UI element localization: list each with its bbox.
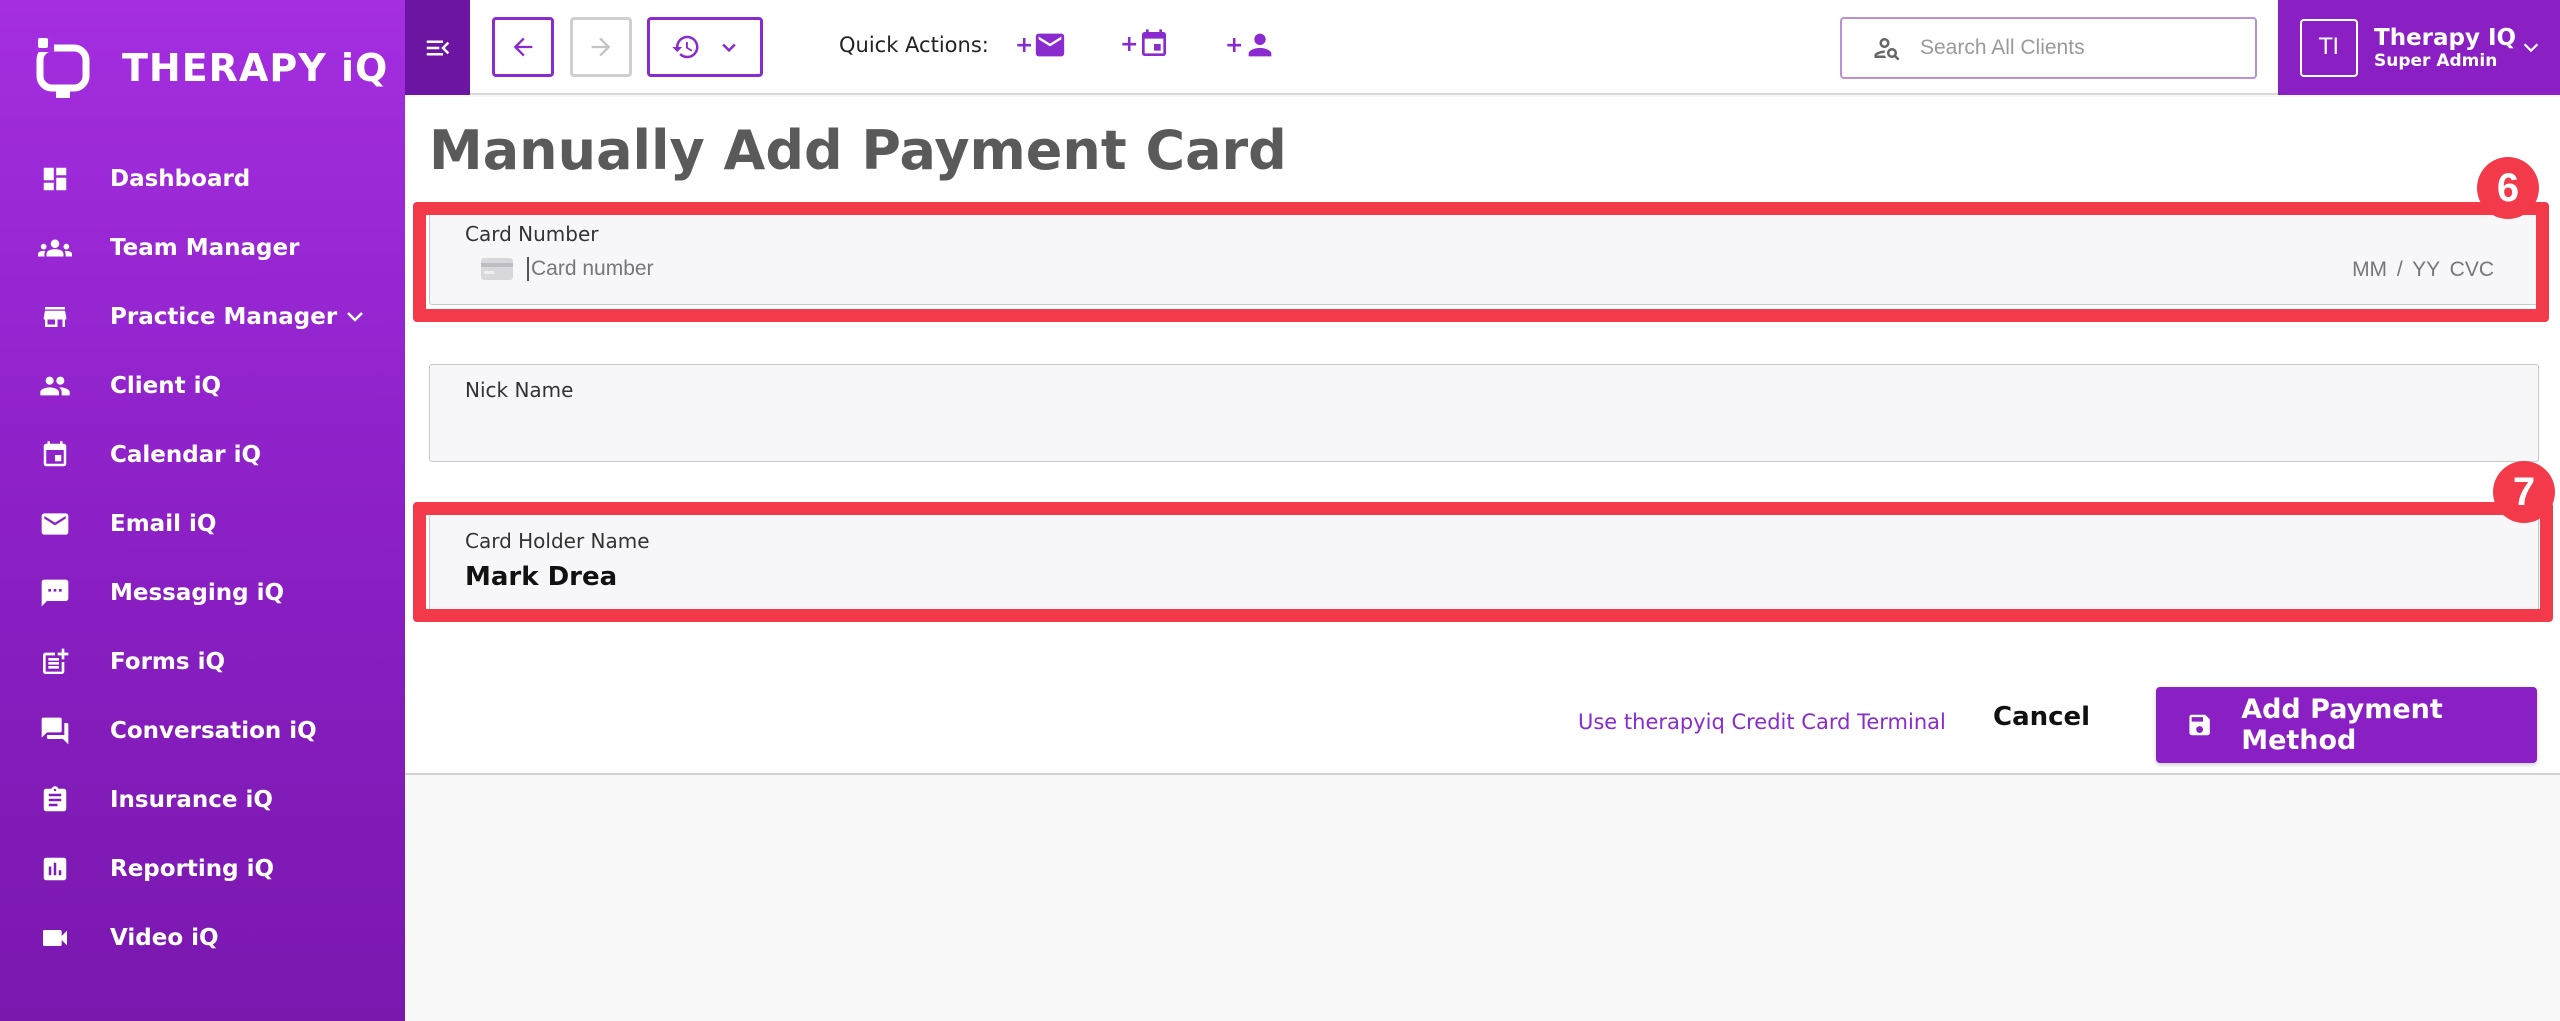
logo-text: THERAPY iQ: [122, 46, 389, 90]
person-search-icon: [1874, 38, 1900, 61]
quick-add-email-button[interactable]: +: [1015, 28, 1067, 62]
sidebar-item-messaging-iq[interactable]: Messaging iQ: [0, 558, 405, 627]
dashboard-icon: [38, 162, 72, 196]
plus-sign: +: [1120, 31, 1139, 57]
step-6-badge: 6: [2477, 157, 2539, 219]
sidebar-item-label: Messaging iQ: [110, 579, 285, 606]
sidebar-item-label: Forms iQ: [110, 648, 226, 675]
card-expiry-input[interactable]: MM / YY: [2352, 258, 2440, 281]
sidebar-item-client-iq[interactable]: Client iQ: [0, 351, 405, 420]
top-bar: Quick Actions: + + + TI Therapy IQ Super…: [405, 0, 2560, 95]
sidebar-item-label: Conversation iQ: [110, 717, 317, 744]
sidebar-item-calendar-iq[interactable]: Calendar iQ: [0, 420, 405, 489]
back-button[interactable]: [492, 17, 554, 77]
plus-sign: +: [1225, 32, 1244, 58]
card-number-input-row[interactable]: Card number: [481, 257, 654, 281]
client-search[interactable]: [1840, 17, 2257, 79]
sidebar-item-label: Calendar iQ: [110, 441, 262, 468]
save-icon: [2189, 714, 2210, 736]
plus-sign: +: [1015, 32, 1034, 58]
sidebar-nav: Dashboard Team Manager Practice Manager …: [0, 144, 405, 972]
quick-actions-label: Quick Actions:: [839, 33, 989, 57]
sidebar-item-reporting-iq[interactable]: Reporting iQ: [0, 834, 405, 903]
avatar: TI: [2300, 18, 2358, 77]
conversation-icon: [38, 714, 72, 748]
chevron-down-icon: [2523, 43, 2539, 53]
sidebar-item-label: Email iQ: [110, 510, 217, 537]
sidebar-collapse-button[interactable]: [405, 0, 470, 95]
store-icon: [38, 300, 72, 334]
card-holder-name-label: Card Holder Name: [465, 529, 650, 553]
sidebar-item-video-iq[interactable]: Video iQ: [0, 903, 405, 972]
arrow-right-icon: [591, 37, 611, 57]
sidebar-item-forms-iq[interactable]: Forms iQ: [0, 627, 405, 696]
quick-add-client-button[interactable]: +: [1225, 28, 1277, 62]
sidebar-item-email-iq[interactable]: Email iQ: [0, 489, 405, 558]
add-payment-method-button[interactable]: Add Payment Method: [2156, 687, 2537, 763]
calendar-icon: [38, 438, 72, 472]
step-7-badge: 7: [2493, 461, 2555, 523]
sidebar-item-practice-manager[interactable]: Practice Manager: [0, 282, 405, 351]
card-cvc-input[interactable]: CVC: [2450, 258, 2494, 281]
sidebar-item-dashboard[interactable]: Dashboard: [0, 144, 405, 213]
nick-name-field[interactable]: Nick Name: [429, 364, 2539, 462]
sidebar-item-label: Reporting iQ: [110, 855, 275, 882]
card-holder-name-input[interactable]: Mark Drea: [465, 562, 617, 592]
add-payment-method-label: Add Payment Method: [2241, 694, 2443, 756]
message-icon: [38, 576, 72, 610]
card-number-input[interactable]: Card number: [527, 257, 654, 281]
sidebar-item-team-manager[interactable]: Team Manager: [0, 213, 405, 282]
people-icon: [38, 369, 72, 403]
quick-add-appointment-button[interactable]: +: [1120, 28, 1170, 60]
menu-collapse-icon: [426, 40, 449, 55]
email-icon: [1036, 33, 1065, 57]
card-number-field[interactable]: Card Number: [429, 207, 2539, 305]
sidebar-item-insurance-iq[interactable]: Insurance iQ: [0, 765, 405, 834]
team-icon: [38, 231, 72, 265]
arrow-left-icon: [513, 37, 533, 57]
main-content: Manually Add Payment Card Card Number Ca…: [405, 97, 2560, 775]
card-number-label: Card Number: [465, 222, 599, 246]
user-role: Super Admin: [2374, 50, 2498, 71]
logo-icon: [36, 36, 90, 98]
sidebar-item-label: Team Manager: [110, 234, 300, 261]
sidebar-item-conversation-iq[interactable]: Conversation iQ: [0, 696, 405, 765]
chevron-down-icon[interactable]: [343, 304, 367, 328]
video-icon: [38, 921, 72, 955]
app-logo[interactable]: THERAPY iQ: [36, 36, 388, 100]
sidebar-item-label: Practice Manager: [110, 303, 338, 330]
sidebar: THERAPY iQ Dashboard Team Manager Practi…: [0, 0, 405, 1021]
sidebar-item-label: Client iQ: [110, 372, 222, 399]
user-name: Therapy IQ: [2374, 24, 2517, 51]
forms-icon: [38, 645, 72, 679]
person-icon: [1249, 33, 1272, 57]
credit-card-icon: [481, 258, 513, 280]
cancel-button[interactable]: Cancel: [1993, 702, 2090, 732]
nick-name-label: Nick Name: [465, 378, 574, 402]
credit-card-terminal-link[interactable]: Use therapyiq Credit Card Terminal: [1578, 710, 1946, 734]
card-holder-name-field[interactable]: Card Holder Name Mark Drea: [429, 514, 2539, 614]
page-title: Manually Add Payment Card: [429, 119, 1287, 182]
clipboard-icon: [38, 783, 72, 817]
search-input[interactable]: [1920, 36, 2240, 60]
user-menu[interactable]: TI Therapy IQ Super Admin: [2278, 0, 2560, 95]
history-dropdown-button[interactable]: [647, 17, 763, 77]
sidebar-item-label: Video iQ: [110, 924, 219, 951]
email-icon: [38, 507, 72, 541]
sidebar-item-label: Insurance iQ: [110, 786, 273, 813]
history-icon: [672, 35, 699, 59]
card-expiry-cvc: MM / YY CVC: [2352, 258, 2494, 282]
calendar-icon: [1142, 29, 1167, 56]
chevron-down-icon: [722, 43, 736, 53]
report-icon: [38, 852, 72, 886]
sidebar-item-label: Dashboard: [110, 165, 251, 192]
forward-button[interactable]: [570, 17, 632, 77]
